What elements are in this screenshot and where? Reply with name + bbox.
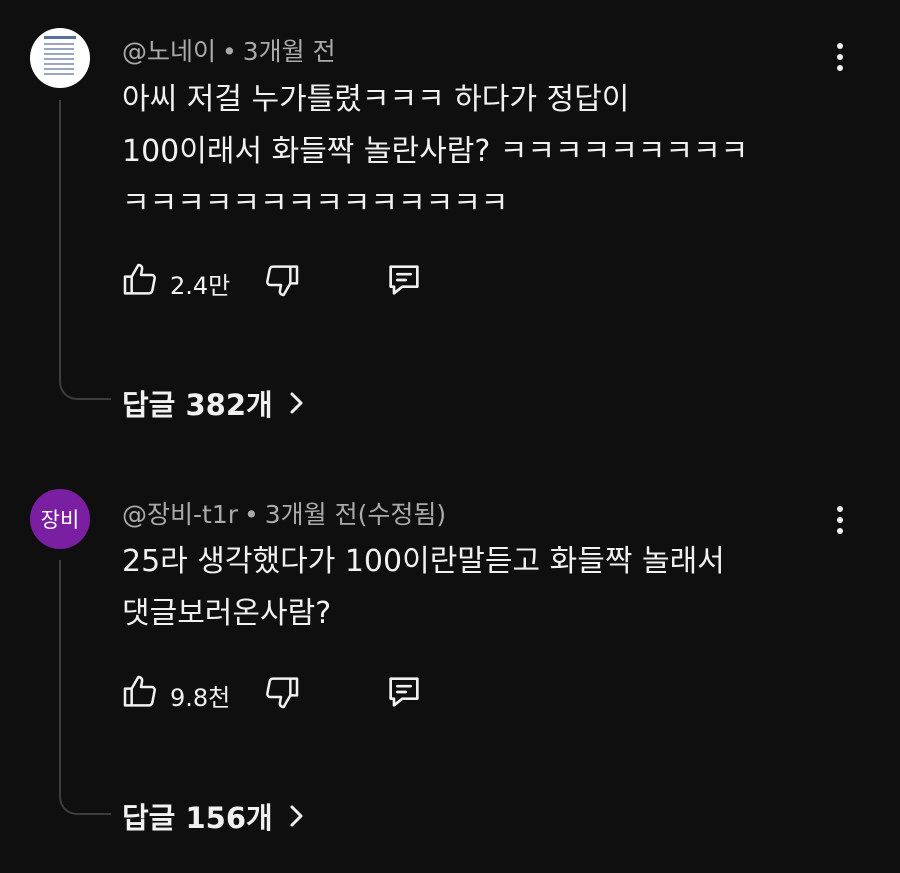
- more-vert-icon[interactable]: [828, 500, 852, 540]
- dislike-button[interactable]: [260, 670, 304, 714]
- chevron-right-icon: [287, 803, 305, 829]
- comment-time: 3개월 전(수정됨): [264, 500, 447, 529]
- chevron-right-icon: [287, 390, 305, 416]
- like-icon: [123, 263, 156, 295]
- replies-label: 답글 156개: [122, 801, 273, 835]
- replies-label: 답글 382개: [122, 388, 273, 422]
- like-icon: [123, 675, 156, 707]
- reply-button[interactable]: [382, 670, 426, 714]
- meta-separator: •: [244, 500, 259, 529]
- reply-icon: [389, 265, 419, 295]
- reply-button[interactable]: [382, 258, 426, 302]
- like-button[interactable]: [118, 670, 162, 714]
- reply-icon: [389, 677, 419, 707]
- dislike-button[interactable]: [260, 258, 304, 302]
- avatar-initials: 장비: [40, 508, 80, 532]
- comment-text: 아씨 저걸 누가틀렸ㅋㅋㅋ 하다가 정답이 100이래서 화들짝 놀란사람? ㅋ…: [122, 82, 749, 221]
- comment-actions: 2.4만: [118, 258, 448, 302]
- view-replies-button[interactable]: 답글 156개: [122, 795, 305, 837]
- thread-line: [59, 100, 111, 400]
- like-count: 9.8천: [170, 684, 231, 712]
- author-name[interactable]: @장비-t1r: [122, 500, 238, 529]
- more-vert-icon[interactable]: [828, 37, 852, 77]
- avatar[interactable]: [30, 28, 90, 88]
- comment-meta: @노네이 • 3개월 전: [122, 32, 336, 68]
- like-count: 2.4만: [170, 272, 231, 300]
- comment-time: 3개월 전: [242, 37, 336, 66]
- thread-line: [59, 560, 111, 815]
- avatar[interactable]: 장비: [30, 489, 90, 549]
- comment-meta: @장비-t1r • 3개월 전(수정됨): [122, 495, 446, 531]
- dislike-icon: [266, 677, 299, 709]
- comment-text: 25라 생각했다가 100이란말듣고 화들짝 놀래서 댓글보러온사람?: [122, 544, 725, 631]
- meta-separator: •: [222, 37, 237, 66]
- comment-actions: 9.8천: [118, 670, 448, 714]
- view-replies-button[interactable]: 답글 382개: [122, 382, 305, 424]
- like-button[interactable]: [118, 258, 162, 302]
- author-name[interactable]: @노네이: [122, 37, 216, 66]
- dislike-icon: [266, 265, 299, 297]
